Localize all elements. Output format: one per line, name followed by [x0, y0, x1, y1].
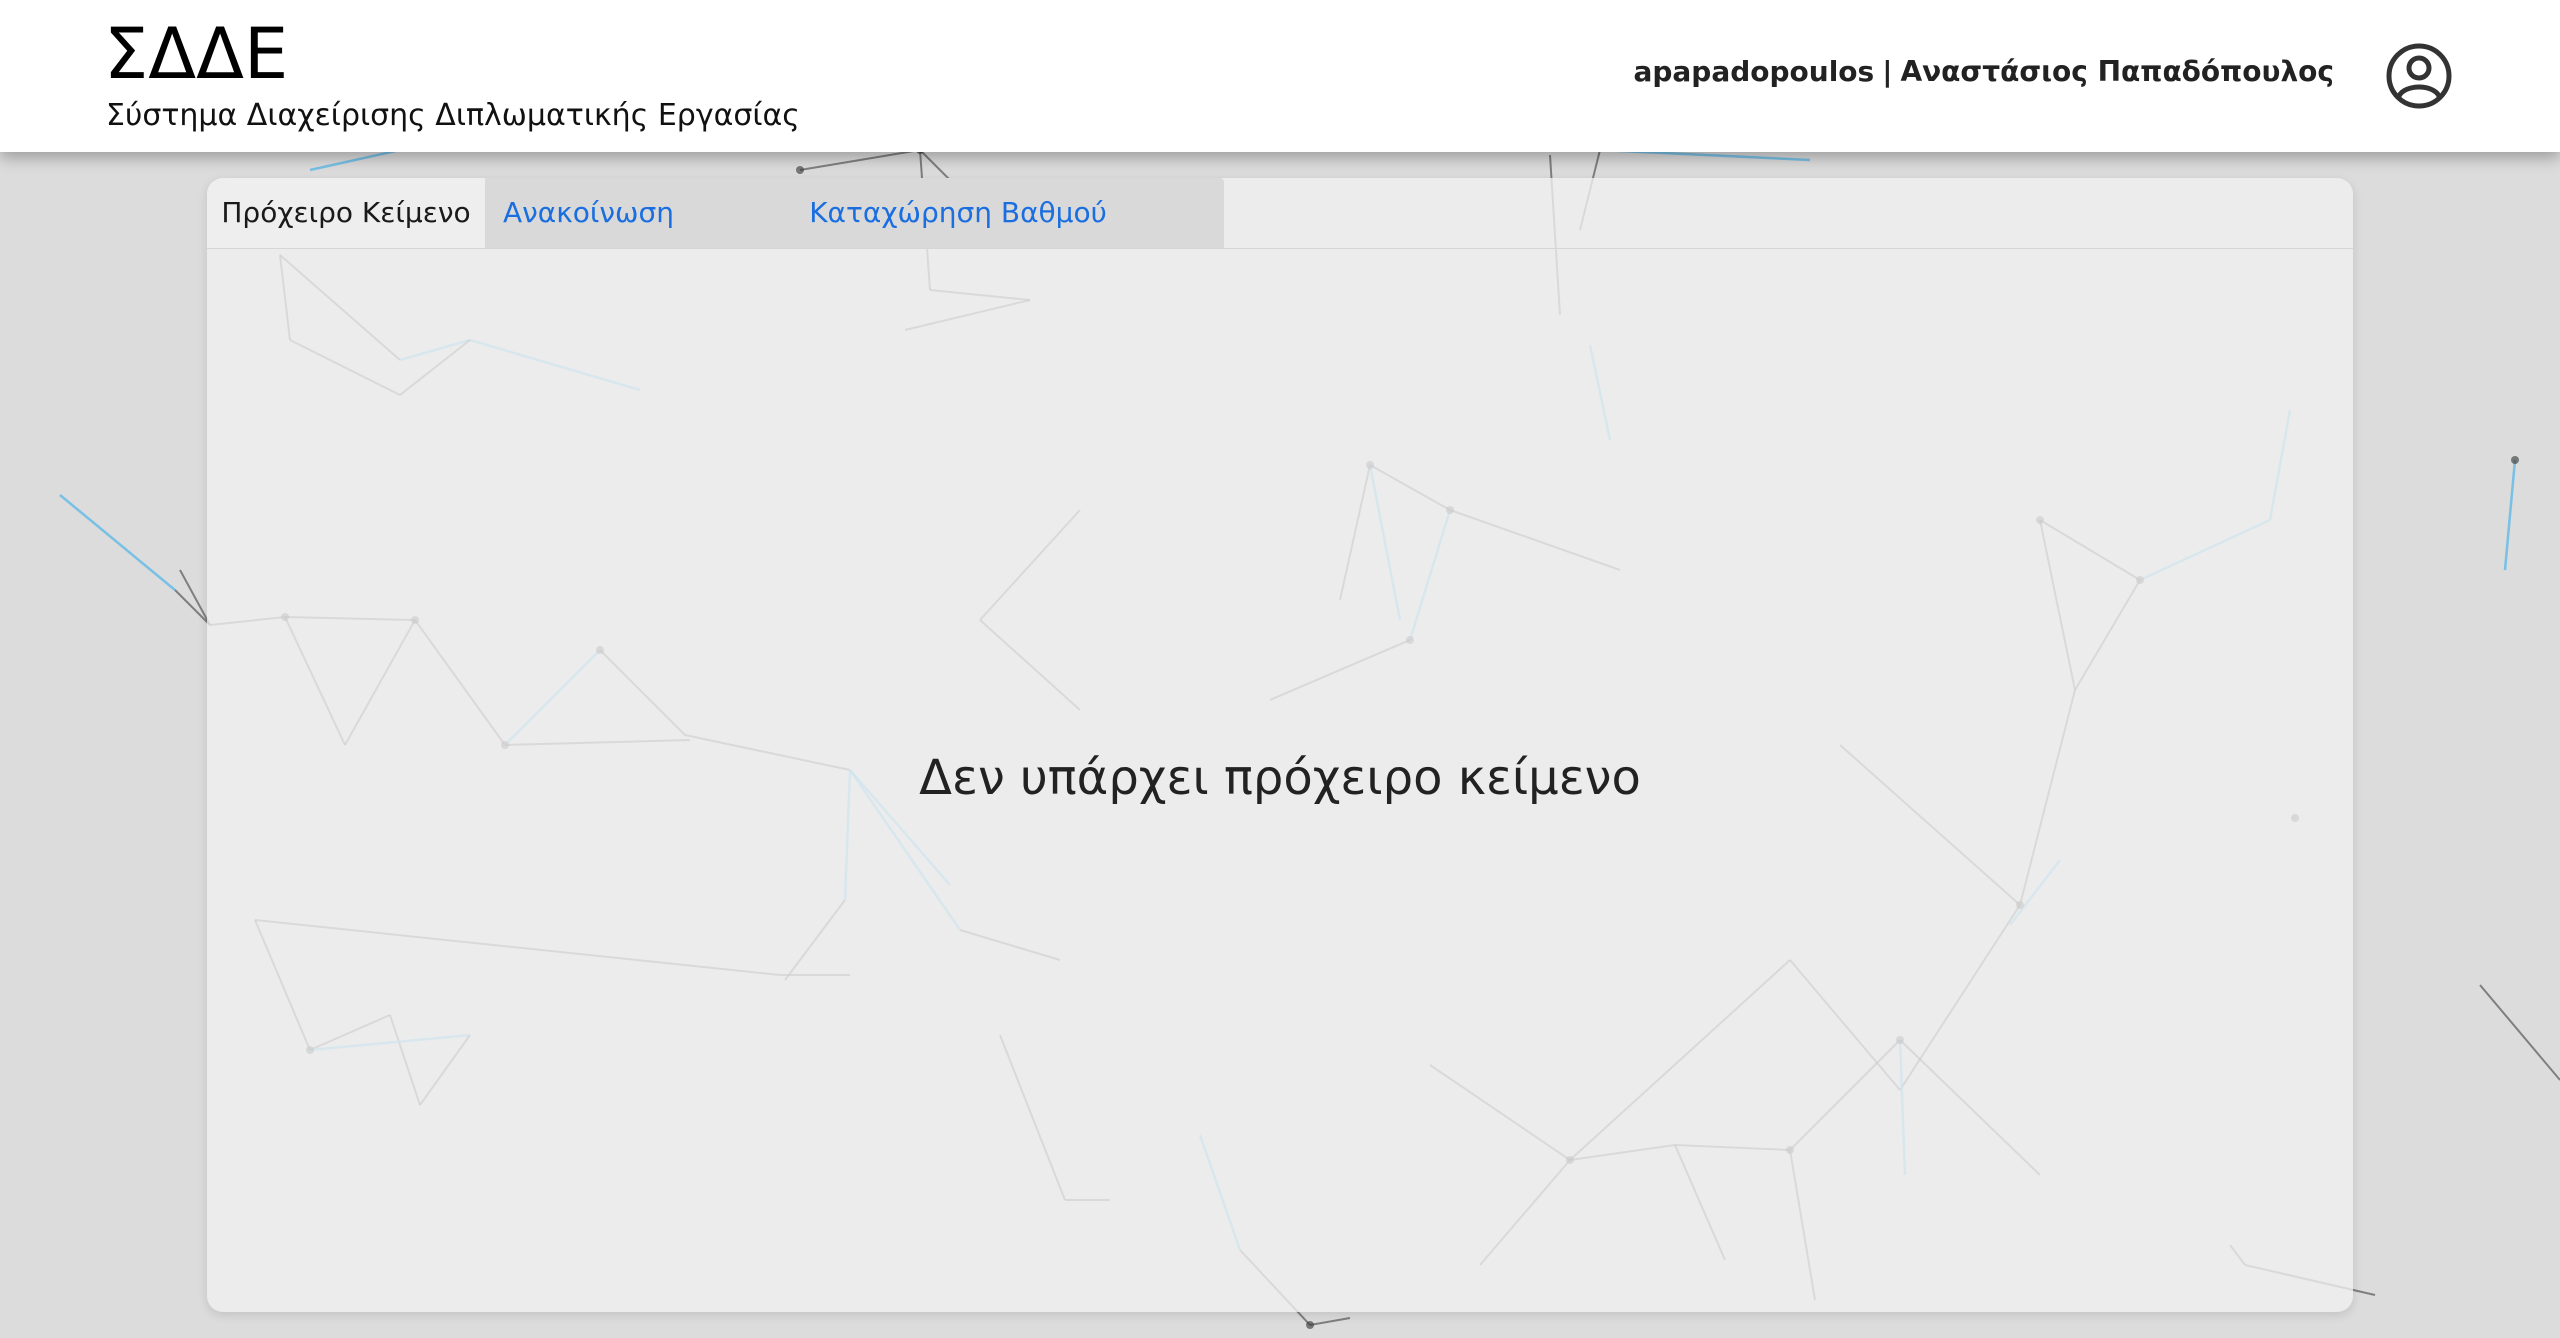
network-node [2511, 456, 2519, 464]
network-line [179, 569, 211, 626]
app-title[interactable]: ΣΔΔΕ [104, 14, 288, 94]
network-line [1309, 1317, 1351, 1326]
tab-bar: Πρόχειρο Κείμενο Ανακοίνωση Καταχώρηση Β… [207, 178, 2353, 249]
username: apapadopoulos [1633, 55, 1875, 88]
user-full-name: Αναστάσιος Παπαδόπουλος [1900, 55, 2334, 88]
user-circle-icon[interactable] [2385, 42, 2453, 110]
tab-announcement[interactable]: Ανακοίνωση [485, 178, 692, 248]
network-line [59, 494, 176, 591]
app-subtitle: Σύστημα Διαχείρισης Διπλωματικής Εργασία… [106, 98, 800, 133]
network-line [174, 589, 211, 626]
tab-draft-text[interactable]: Πρόχειρο Κείμενο [207, 178, 485, 248]
top-header: ΣΔΔΕ Σύστημα Διαχείρισης Διπλωματικής Ερ… [0, 0, 2560, 152]
network-line [799, 149, 921, 171]
network-node [1306, 1321, 1314, 1329]
network-line [309, 148, 401, 172]
empty-draft-message: Δεν υπάρχει πρόχειρο κείμενο [919, 750, 1641, 806]
tab-grade-entry[interactable]: Καταχώρηση Βαθμού [692, 178, 1224, 248]
user-info: apapadopoulos | Αναστάσιος Παπαδόπουλος [1633, 54, 2334, 90]
network-node [796, 166, 804, 174]
network-line [2479, 984, 2560, 1081]
content-card: Πρόχειρο Κείμενο Ανακοίνωση Καταχώρηση Β… [207, 178, 2353, 1312]
network-line [2503, 459, 2517, 571]
user-separator: | [1882, 55, 1893, 88]
